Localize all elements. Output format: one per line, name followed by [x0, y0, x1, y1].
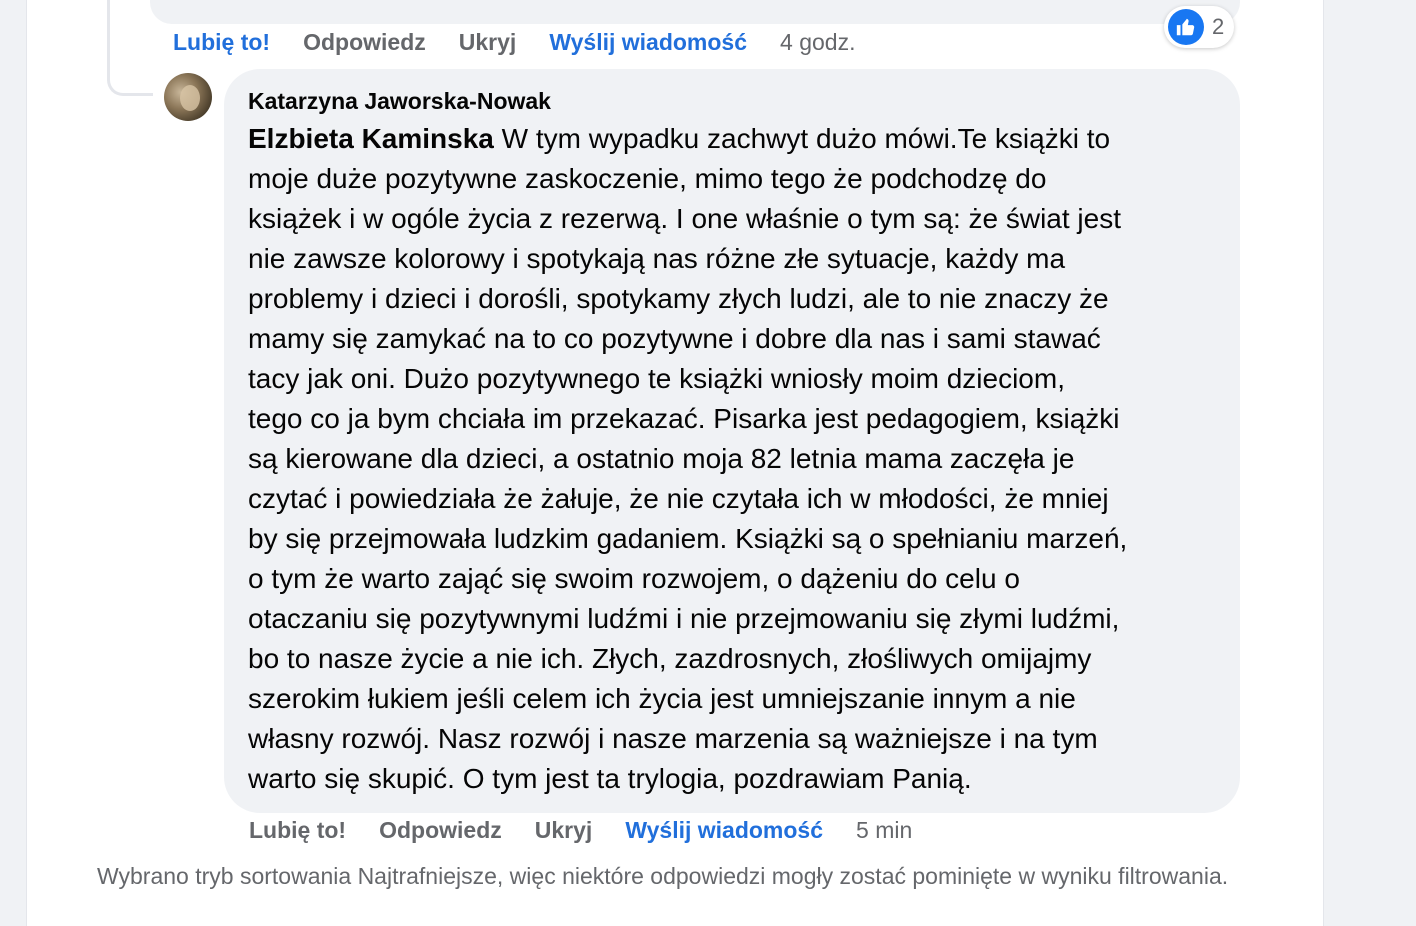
like-button[interactable]: Lubię to! — [249, 817, 346, 844]
previous-comment-actions: Lubię to! Odpowiedz Ukryj Wyślij wiadomo… — [173, 29, 855, 56]
avatar-photo — [180, 85, 200, 111]
reaction-count-value: 2 — [1212, 14, 1225, 39]
like-button[interactable]: Lubię to! — [173, 29, 270, 56]
comment-body: Elzbieta Kaminska W tym wypadku zachwyt … — [248, 119, 1216, 799]
avatar[interactable] — [164, 73, 212, 121]
comment-author[interactable]: Katarzyna Jaworska-Nowak — [248, 86, 1216, 116]
reaction-count[interactable]: 2 — [1164, 6, 1235, 48]
comment-text: W tym wypadku zachwyt dużo mówi.Te książ… — [248, 123, 1128, 794]
comment-timestamp[interactable]: 5 min — [856, 817, 912, 844]
hide-button[interactable]: Ukryj — [459, 29, 517, 56]
reply-thread-connector — [107, 0, 153, 96]
send-message-button[interactable]: Wyślij wiadomość — [549, 29, 747, 56]
reply-button[interactable]: Odpowiedz — [379, 817, 502, 844]
reply-comment-actions: Lubię to! Odpowiedz Ukryj Wyślij wiadomo… — [249, 817, 912, 844]
reply-button[interactable]: Odpowiedz — [303, 29, 426, 56]
hide-button[interactable]: Ukryj — [535, 817, 593, 844]
send-message-button[interactable]: Wyślij wiadomość — [625, 817, 823, 844]
sorting-notice: Wybrano tryb sortowania Najtrafniejsze, … — [97, 863, 1229, 889]
comment-timestamp[interactable]: 4 godz. — [780, 29, 855, 56]
reply-comment-bubble: Katarzyna Jaworska-Nowak Elzbieta Kamins… — [224, 69, 1240, 813]
previous-comment-bubble — [150, 0, 1240, 24]
mention-link[interactable]: Elzbieta Kaminska — [248, 123, 494, 154]
thumbs-up-icon — [1168, 9, 1204, 45]
